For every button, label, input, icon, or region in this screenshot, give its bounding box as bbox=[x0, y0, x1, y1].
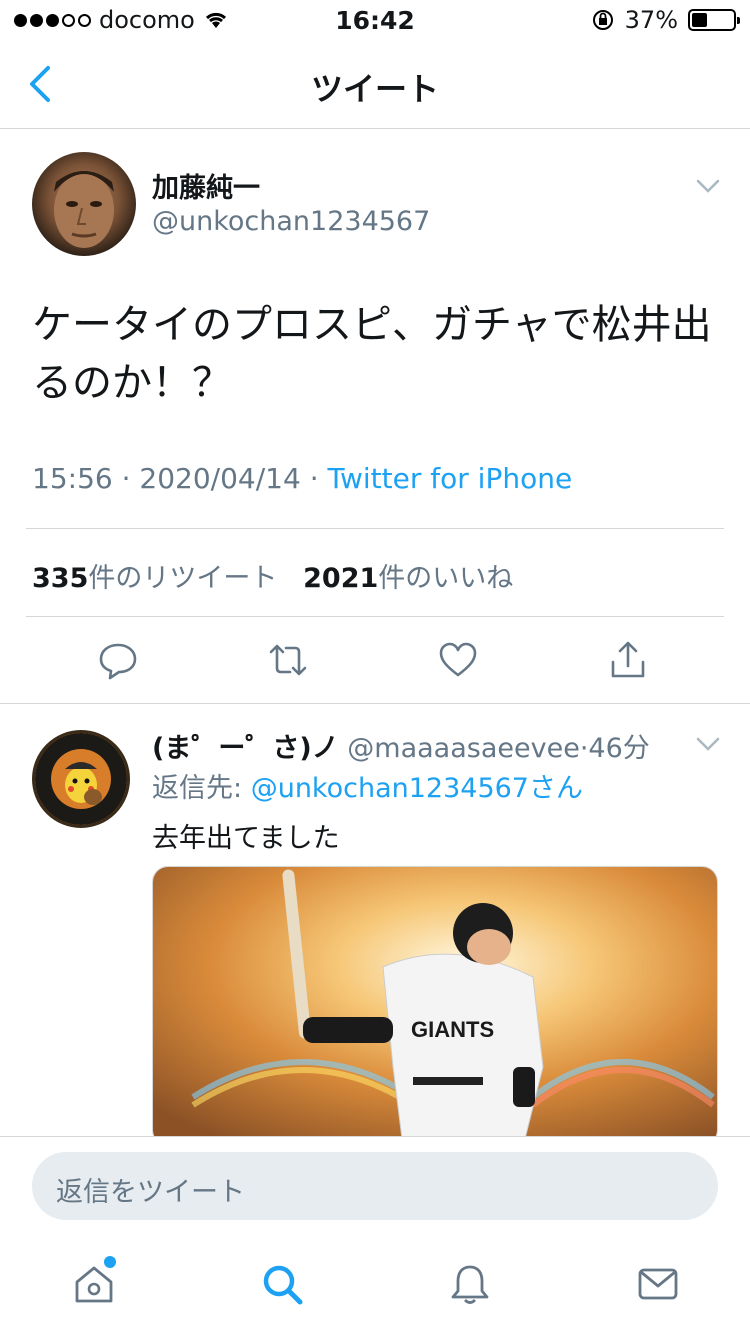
battery-percent: 37% bbox=[624, 6, 678, 34]
divider bbox=[26, 616, 724, 617]
notifications-icon[interactable] bbox=[448, 1262, 492, 1306]
orientation-lock-icon bbox=[592, 10, 613, 30]
tweet-source-link[interactable]: Twitter for iPhone bbox=[328, 462, 573, 495]
reply-to-label: 返信先: bbox=[152, 773, 243, 804]
chevron-down-icon[interactable] bbox=[694, 734, 722, 754]
reply-author-handle[interactable]: @maaaasaeevee bbox=[347, 733, 580, 764]
tweet-date: 2020/04/14 bbox=[139, 462, 301, 495]
status-bar: docomo 16:42 37% bbox=[0, 0, 750, 40]
reply-icon[interactable] bbox=[98, 640, 138, 680]
messages-icon[interactable] bbox=[636, 1262, 680, 1306]
home-notification-dot bbox=[104, 1256, 116, 1268]
retweet-stat[interactable]: 335件のリツイート bbox=[32, 563, 277, 594]
reply-to: 返信先: @unkochan1234567さん bbox=[152, 766, 583, 805]
like-count: 2021 bbox=[303, 563, 379, 594]
reply-header: (ま゜ー゜さ)ノ @maaaasaeevee·46分 bbox=[152, 733, 650, 764]
page-title: ツイート bbox=[310, 70, 439, 108]
battery-info: 37% bbox=[591, 6, 740, 34]
battery-icon bbox=[688, 9, 740, 31]
jersey-text: GIANTS bbox=[411, 1017, 494, 1042]
reply-text: 去年出てました bbox=[152, 823, 340, 854]
reply-media-image[interactable]: GIANTS bbox=[152, 866, 718, 1146]
like-label: 件のいいね bbox=[378, 563, 514, 594]
tweet-actions bbox=[0, 632, 750, 704]
retweet-icon[interactable] bbox=[268, 640, 308, 680]
retweet-count: 335 bbox=[32, 563, 89, 594]
nav-bar: ツイート bbox=[0, 40, 750, 129]
author-avatar[interactable] bbox=[32, 152, 136, 256]
share-icon[interactable] bbox=[608, 640, 648, 680]
retweet-label: 件のリツイート bbox=[88, 563, 278, 594]
tweet-meta: 15:56 · 2020/04/14 · Twitter for iPhone bbox=[32, 462, 573, 495]
reply-author-avatar[interactable] bbox=[32, 730, 130, 828]
reply-author-name[interactable]: (ま゜ー゜さ)ノ bbox=[152, 733, 339, 764]
tweet-stats: 335件のリツイート 2021件のいいね bbox=[32, 556, 513, 595]
like-icon[interactable] bbox=[438, 640, 478, 680]
divider bbox=[0, 703, 750, 704]
like-stat[interactable]: 2021件のいいね bbox=[303, 563, 513, 594]
reply-time: 46分 bbox=[588, 733, 650, 764]
home-icon[interactable] bbox=[72, 1262, 116, 1306]
author-name[interactable]: 加藤純一 bbox=[152, 166, 260, 205]
divider bbox=[26, 528, 724, 529]
author-handle[interactable]: @unkochan1234567 bbox=[152, 206, 430, 237]
reply-to-handle-link[interactable]: @unkochan1234567さん bbox=[251, 773, 583, 804]
tweet-time: 15:56 bbox=[32, 462, 113, 495]
reply-composer-input[interactable]: 返信をツイート bbox=[32, 1152, 718, 1220]
tweet-text: ケータイのプロスピ、ガチャで松井出るのか！？ bbox=[32, 302, 712, 406]
chevron-down-icon[interactable] bbox=[694, 176, 722, 196]
search-icon[interactable] bbox=[260, 1262, 304, 1306]
